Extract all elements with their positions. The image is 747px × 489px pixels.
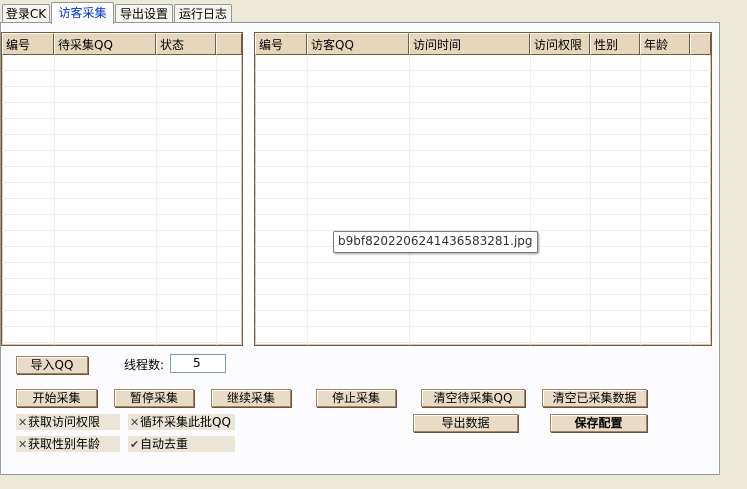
export-data-button[interactable]: 导出数据 [413, 414, 518, 432]
col-header-gender[interactable]: 性别 [590, 33, 640, 55]
auto-dedupe-checkbox[interactable]: ✔自动去重 [128, 436, 235, 452]
tab-visitor-collect[interactable]: 访客采集 [51, 2, 114, 24]
unchecked-x-icon: ✕ [18, 438, 28, 451]
col-divider [409, 55, 410, 345]
save-config-button[interactable]: 保存配置 [550, 414, 647, 432]
stop-collect-button[interactable]: 停止采集 [316, 389, 396, 407]
clear-collected-data-button[interactable]: 清空已采集数据 [542, 389, 647, 407]
grid-header: 编号 待采集QQ 状态 [2, 33, 242, 55]
col-divider [54, 55, 55, 345]
pending-qq-grid[interactable]: 编号 待采集QQ 状态 [1, 32, 243, 346]
col-header-visit-time[interactable]: 访问时间 [409, 33, 530, 55]
unchecked-x-icon: ✕ [18, 416, 28, 429]
checkbox-label: 获取访问权限 [28, 415, 101, 429]
col-divider [590, 55, 591, 345]
get-access-permission-checkbox[interactable]: ✕获取访问权限 [16, 414, 120, 430]
tab-run-log[interactable]: 运行日志 [174, 4, 232, 22]
checkmark-icon: ✔ [130, 438, 140, 451]
col-header-age[interactable]: 年龄 [640, 33, 690, 55]
col-header-visitor-qq[interactable]: 访客QQ [307, 33, 409, 55]
tab-export-settings[interactable]: 导出设置 [115, 4, 173, 22]
clear-pending-qq-button[interactable]: 清空待采集QQ [421, 389, 525, 407]
col-divider [530, 55, 531, 345]
checkbox-label: 循环采集此批QQ [140, 415, 231, 429]
get-gender-age-checkbox[interactable]: ✕获取性别年龄 [16, 436, 120, 452]
col-divider [156, 55, 157, 345]
collected-visitor-grid[interactable]: 编号 访客QQ 访问时间 访问权限 性别 年龄 [254, 32, 712, 346]
col-header-status[interactable]: 状态 [156, 33, 216, 55]
tab-login-ck[interactable]: 登录CK [2, 4, 50, 22]
start-collect-button[interactable]: 开始采集 [16, 389, 97, 407]
col-header-id[interactable]: 编号 [2, 33, 54, 55]
pause-collect-button[interactable]: 暂停采集 [114, 389, 194, 407]
col-header-pending-qq[interactable]: 待采集QQ [54, 33, 156, 55]
checkbox-label: 自动去重 [140, 437, 189, 451]
col-header-filler [216, 33, 242, 55]
col-divider [690, 55, 691, 345]
col-header-permission[interactable]: 访问权限 [530, 33, 590, 55]
col-header-filler [690, 33, 711, 55]
thread-count-input[interactable]: 5 [170, 354, 226, 373]
import-qq-button[interactable]: 导入QQ [16, 356, 88, 374]
col-header-id[interactable]: 编号 [255, 33, 307, 55]
col-divider [216, 55, 217, 345]
loop-collect-batch-checkbox[interactable]: ✕循环采集此批QQ [128, 414, 235, 430]
col-divider [640, 55, 641, 345]
filename-tooltip: b9bf8202206241436583281.jpg [333, 231, 538, 253]
grid-header: 编号 访客QQ 访问时间 访问权限 性别 年龄 [255, 33, 711, 55]
thread-count-label: 线程数: [124, 358, 165, 372]
unchecked-x-icon: ✕ [130, 416, 140, 429]
resume-collect-button[interactable]: 继续采集 [211, 389, 291, 407]
grid-body[interactable] [255, 55, 711, 345]
grid-body[interactable] [2, 55, 242, 345]
col-divider [307, 55, 308, 345]
checkbox-label: 获取性别年龄 [28, 437, 101, 451]
